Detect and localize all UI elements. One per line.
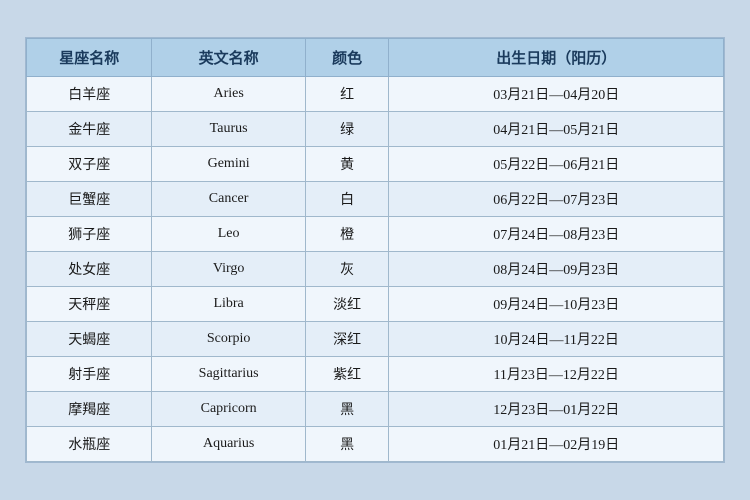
cell-zh: 射手座	[27, 357, 152, 392]
cell-zh: 处女座	[27, 252, 152, 287]
cell-en: Sagittarius	[152, 357, 305, 392]
zodiac-table-container: 星座名称 英文名称 颜色 出生日期（阳历） 白羊座Aries红03月21日—04…	[25, 37, 725, 463]
cell-color: 灰	[305, 252, 389, 287]
cell-date: 08月24日—09月23日	[389, 252, 724, 287]
cell-en: Leo	[152, 217, 305, 252]
cell-en: Virgo	[152, 252, 305, 287]
cell-color: 红	[305, 77, 389, 112]
table-body: 白羊座Aries红03月21日—04月20日金牛座Taurus绿04月21日—0…	[27, 77, 724, 462]
cell-color: 深红	[305, 322, 389, 357]
cell-date: 11月23日—12月22日	[389, 357, 724, 392]
cell-date: 05月22日—06月21日	[389, 147, 724, 182]
cell-color: 黑	[305, 427, 389, 462]
header-color: 颜色	[305, 39, 389, 77]
header-en: 英文名称	[152, 39, 305, 77]
cell-en: Scorpio	[152, 322, 305, 357]
table-row: 天秤座Libra淡红09月24日—10月23日	[27, 287, 724, 322]
cell-color: 绿	[305, 112, 389, 147]
cell-date: 12月23日—01月22日	[389, 392, 724, 427]
cell-color: 黑	[305, 392, 389, 427]
cell-color: 紫红	[305, 357, 389, 392]
table-row: 水瓶座Aquarius黑01月21日—02月19日	[27, 427, 724, 462]
header-date: 出生日期（阳历）	[389, 39, 724, 77]
cell-en: Aries	[152, 77, 305, 112]
cell-date: 04月21日—05月21日	[389, 112, 724, 147]
cell-zh: 白羊座	[27, 77, 152, 112]
cell-date: 01月21日—02月19日	[389, 427, 724, 462]
table-row: 双子座Gemini黄05月22日—06月21日	[27, 147, 724, 182]
cell-en: Libra	[152, 287, 305, 322]
cell-color: 橙	[305, 217, 389, 252]
cell-zh: 天秤座	[27, 287, 152, 322]
table-row: 巨蟹座Cancer白06月22日—07月23日	[27, 182, 724, 217]
table-row: 白羊座Aries红03月21日—04月20日	[27, 77, 724, 112]
zodiac-table: 星座名称 英文名称 颜色 出生日期（阳历） 白羊座Aries红03月21日—04…	[26, 38, 724, 462]
cell-date: 06月22日—07月23日	[389, 182, 724, 217]
cell-en: Taurus	[152, 112, 305, 147]
cell-date: 07月24日—08月23日	[389, 217, 724, 252]
cell-zh: 摩羯座	[27, 392, 152, 427]
table-row: 天蝎座Scorpio深红10月24日—11月22日	[27, 322, 724, 357]
cell-zh: 天蝎座	[27, 322, 152, 357]
cell-date: 03月21日—04月20日	[389, 77, 724, 112]
cell-zh: 狮子座	[27, 217, 152, 252]
table-row: 摩羯座Capricorn黑12月23日—01月22日	[27, 392, 724, 427]
cell-color: 白	[305, 182, 389, 217]
cell-zh: 巨蟹座	[27, 182, 152, 217]
cell-date: 09月24日—10月23日	[389, 287, 724, 322]
cell-en: Cancer	[152, 182, 305, 217]
cell-color: 黄	[305, 147, 389, 182]
table-row: 射手座Sagittarius紫红11月23日—12月22日	[27, 357, 724, 392]
table-row: 金牛座Taurus绿04月21日—05月21日	[27, 112, 724, 147]
cell-color: 淡红	[305, 287, 389, 322]
cell-zh: 双子座	[27, 147, 152, 182]
cell-en: Capricorn	[152, 392, 305, 427]
cell-en: Gemini	[152, 147, 305, 182]
table-row: 狮子座Leo橙07月24日—08月23日	[27, 217, 724, 252]
table-header-row: 星座名称 英文名称 颜色 出生日期（阳历）	[27, 39, 724, 77]
cell-date: 10月24日—11月22日	[389, 322, 724, 357]
cell-zh: 水瓶座	[27, 427, 152, 462]
table-row: 处女座Virgo灰08月24日—09月23日	[27, 252, 724, 287]
header-zh: 星座名称	[27, 39, 152, 77]
cell-en: Aquarius	[152, 427, 305, 462]
cell-zh: 金牛座	[27, 112, 152, 147]
